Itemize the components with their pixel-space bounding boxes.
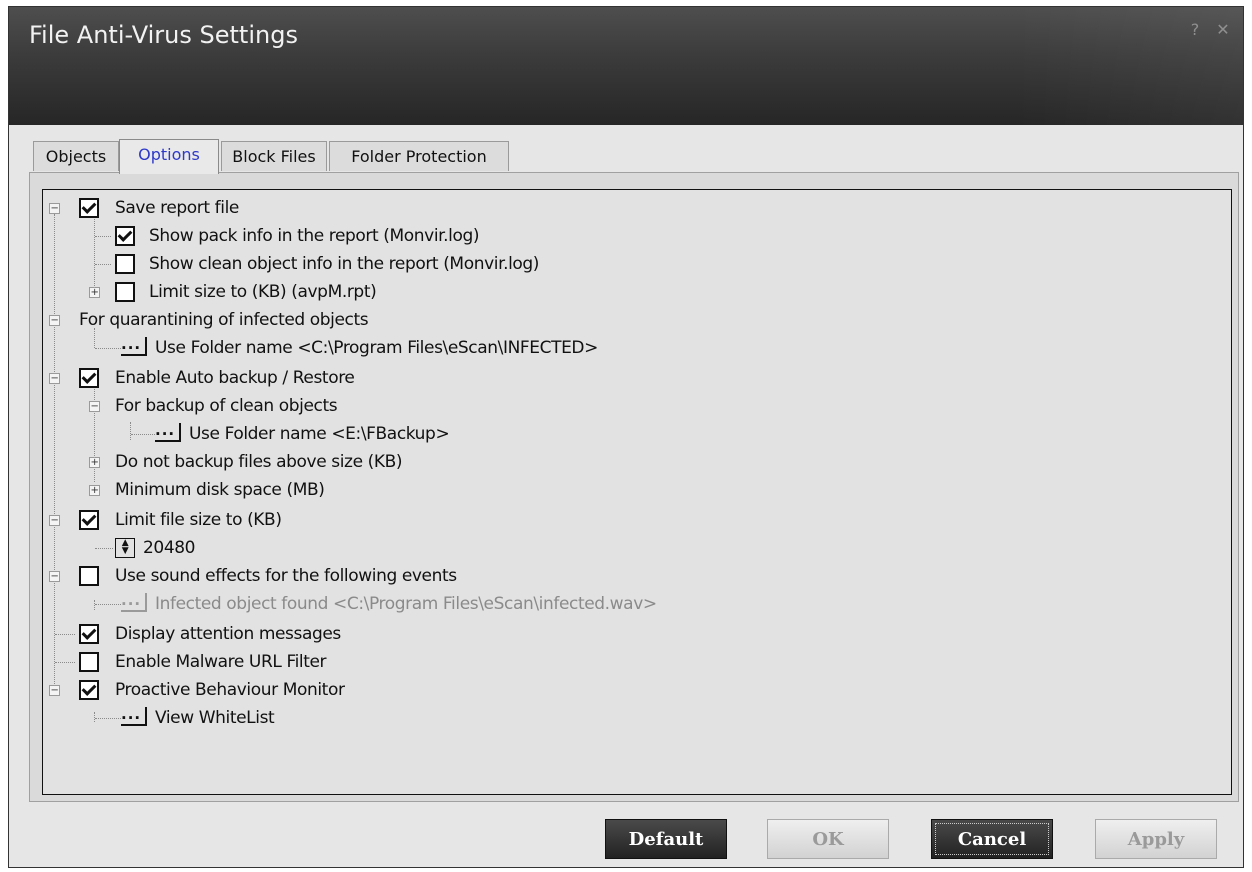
- settings-window: File Anti-Virus Settings ? ✕ Objects Opt…: [8, 6, 1244, 868]
- attention-checkbox[interactable]: [79, 624, 99, 644]
- tab-folder-protection[interactable]: Folder Protection: [329, 141, 509, 171]
- tree-item-sound-infected: ... Infected object found <C:\Program Fi…: [43, 592, 843, 616]
- tab-objects[interactable]: Objects: [33, 141, 119, 171]
- tree-line: [95, 548, 113, 549]
- title-bar: File Anti-Virus Settings ? ✕: [9, 7, 1243, 125]
- options-tree: − Save report file Show pack info in the…: [42, 189, 1232, 795]
- expand-icon[interactable]: +: [89, 287, 100, 298]
- tree-item-quarantine-folder: ... Use Folder name <C:\Program Files\eS…: [43, 328, 843, 360]
- auto-backup-checkbox[interactable]: [79, 368, 99, 388]
- tree-line: [95, 236, 111, 237]
- collapse-icon[interactable]: −: [49, 203, 60, 214]
- browse-quarantine-folder-button[interactable]: ...: [121, 337, 147, 356]
- collapse-icon[interactable]: −: [49, 571, 60, 582]
- tree-item-save-report: − Save report file: [43, 196, 643, 220]
- proactive-label: Proactive Behaviour Monitor: [115, 680, 345, 700]
- dialog-buttons: Default OK Cancel Apply: [9, 815, 1243, 861]
- tree-item-whitelist: ... View WhiteList: [43, 706, 743, 730]
- collapse-icon[interactable]: −: [49, 315, 60, 326]
- options-panel: − Save report file Show pack info in the…: [29, 172, 1239, 802]
- help-icon[interactable]: ?: [1183, 19, 1207, 41]
- tree-line: [94, 328, 95, 348]
- tree-item-limit-file-value: ▲ ▼ 20480: [43, 536, 743, 560]
- tree-line: [95, 264, 111, 265]
- auto-backup-label: Enable Auto backup / Restore: [115, 368, 355, 388]
- tree-line: [95, 604, 121, 605]
- sound-checkbox[interactable]: [79, 566, 99, 586]
- tree-item-malware-url: Enable Malware URL Filter: [43, 650, 743, 674]
- backup-folder-label: Use Folder name <E:\FBackup>: [189, 424, 450, 444]
- collapse-icon[interactable]: −: [49, 685, 60, 696]
- close-icon[interactable]: ✕: [1211, 19, 1235, 41]
- proactive-checkbox[interactable]: [79, 680, 99, 700]
- tree-item-backup-clean: − For backup of clean objects: [43, 394, 743, 418]
- tree-item-min-disk: + Minimum disk space (MB): [43, 478, 743, 502]
- limit-file-checkbox[interactable]: [79, 510, 99, 530]
- limit-file-value[interactable]: 20480: [143, 536, 195, 560]
- browse-sound-button[interactable]: ...: [121, 593, 147, 612]
- collapse-icon[interactable]: −: [89, 401, 100, 412]
- attention-label: Display attention messages: [115, 624, 341, 644]
- limit-report-label: Limit size to (KB) (avpM.rpt): [149, 282, 377, 302]
- cancel-button[interactable]: Cancel: [931, 819, 1053, 859]
- ok-button[interactable]: OK: [767, 819, 889, 859]
- view-whitelist-button[interactable]: ...: [121, 707, 147, 726]
- tree-item-quarantine: − For quarantining of infected objects: [43, 308, 743, 332]
- tree-item-backup-folder: ... Use Folder name <E:\FBackup>: [43, 422, 743, 446]
- limit-report-checkbox[interactable]: [115, 282, 135, 302]
- min-disk-label: Minimum disk space (MB): [115, 480, 325, 500]
- tree-item-proactive: − Proactive Behaviour Monitor: [43, 678, 743, 702]
- show-clean-label: Show clean object info in the report (Mo…: [149, 254, 540, 274]
- sound-infected-label: Infected object found <C:\Program Files\…: [155, 594, 657, 614]
- show-pack-label: Show pack info in the report (Monvir.log…: [149, 226, 480, 246]
- collapse-icon[interactable]: −: [49, 515, 60, 526]
- quarantine-label: For quarantining of infected objects: [79, 310, 369, 330]
- spinner-icon[interactable]: ▲ ▼: [115, 538, 135, 558]
- tree-item-show-pack: Show pack info in the report (Monvir.log…: [43, 224, 743, 248]
- tree-line: [55, 634, 75, 635]
- malware-url-checkbox[interactable]: [79, 652, 99, 672]
- malware-url-label: Enable Malware URL Filter: [115, 652, 327, 672]
- expand-icon[interactable]: +: [89, 457, 100, 468]
- tree-item-limit-report: + Limit size to (KB) (avpM.rpt): [43, 280, 743, 304]
- show-pack-checkbox[interactable]: [115, 226, 135, 246]
- tree-item-no-backup-above: + Do not backup files above size (KB): [43, 450, 743, 474]
- tab-options[interactable]: Options: [119, 139, 219, 174]
- tree-item-sound: − Use sound effects for the following ev…: [43, 564, 743, 588]
- apply-button[interactable]: Apply: [1095, 819, 1217, 859]
- window-title: File Anti-Virus Settings: [29, 21, 298, 49]
- tree-item-attention: Display attention messages: [43, 622, 743, 646]
- tree-item-auto-backup: − Enable Auto backup / Restore: [43, 366, 743, 390]
- tree-item-limit-file: − Limit file size to (KB): [43, 508, 743, 532]
- tree-line: [55, 662, 75, 663]
- tree-item-show-clean: Show clean object info in the report (Mo…: [43, 252, 743, 276]
- tree-line: [95, 718, 121, 719]
- backup-clean-label: For backup of clean objects: [115, 396, 338, 416]
- expand-icon[interactable]: +: [89, 485, 100, 496]
- quarantine-folder-label: Use Folder name <C:\Program Files\eScan\…: [155, 338, 598, 358]
- whitelist-label: View WhiteList: [155, 708, 275, 728]
- tab-block-files[interactable]: Block Files: [221, 141, 327, 171]
- tree-line: [131, 434, 155, 435]
- default-button[interactable]: Default: [605, 819, 727, 859]
- collapse-icon[interactable]: −: [49, 373, 60, 384]
- tree-line: [95, 348, 121, 349]
- save-report-label: Save report file: [115, 198, 239, 218]
- sound-label: Use sound effects for the following even…: [115, 566, 457, 586]
- limit-file-label: Limit file size to (KB): [115, 510, 282, 530]
- save-report-checkbox[interactable]: [79, 198, 99, 218]
- browse-backup-folder-button[interactable]: ...: [155, 423, 181, 442]
- no-backup-above-label: Do not backup files above size (KB): [115, 452, 403, 472]
- show-clean-checkbox[interactable]: [115, 254, 135, 274]
